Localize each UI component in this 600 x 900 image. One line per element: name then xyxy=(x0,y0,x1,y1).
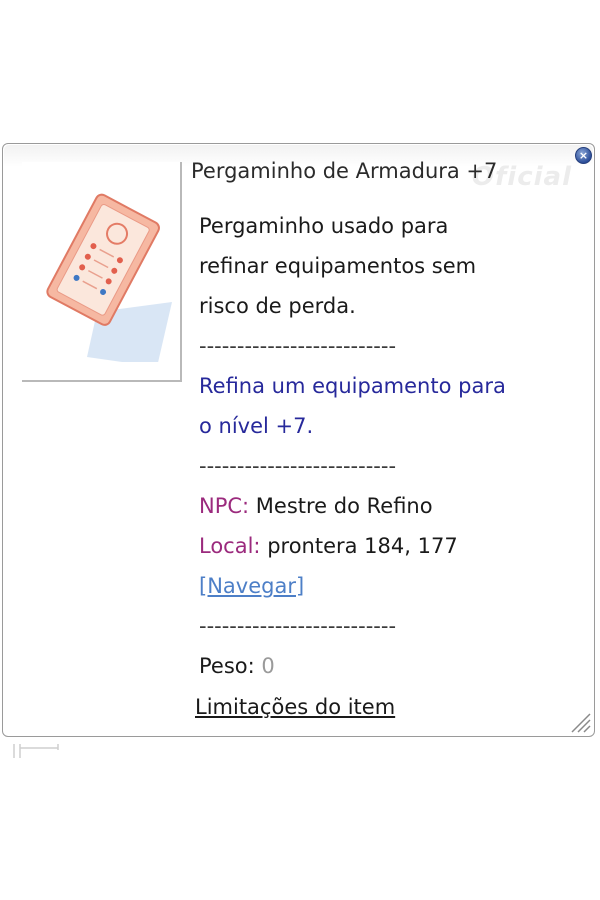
separator: -------------------------- xyxy=(199,334,397,358)
item-title: Pergaminho de Armadura +7 xyxy=(191,159,498,183)
description-line: Pergaminho usado para xyxy=(199,214,449,238)
npc-row: NPC: Mestre do Refino xyxy=(199,486,579,526)
local-value: prontera 184, 177 xyxy=(260,534,458,558)
effect-line: o nível +7. xyxy=(199,414,314,438)
description-line: refinar equipamentos sem xyxy=(199,254,477,278)
weight-value: 0 xyxy=(261,654,275,678)
local-label: Local: xyxy=(199,534,261,558)
local-row: Local: prontera 184, 177 xyxy=(199,526,579,566)
item-details: Pergaminho usado para refinar equipament… xyxy=(199,206,579,686)
bracket-marker xyxy=(13,744,59,758)
navigate-link[interactable]: [Navegar] xyxy=(199,566,304,606)
npc-label: NPC: xyxy=(199,494,250,518)
scroll-icon xyxy=(46,193,172,362)
item-limitations-link[interactable]: Limitações do item xyxy=(195,695,395,719)
navigate-row: [Navegar] xyxy=(199,566,579,606)
weight-label: Peso: xyxy=(199,654,262,678)
separator: -------------------------- xyxy=(199,614,397,638)
npc-value: Mestre do Refino xyxy=(249,494,433,518)
weight-row: Peso: 0 xyxy=(199,646,579,686)
close-icon[interactable]: × xyxy=(575,147,592,164)
item-info-window: × Oficial Pergaminho de Armadura +7 Perg… xyxy=(2,143,595,737)
description-line: risco de perda. xyxy=(199,294,356,318)
separator: -------------------------- xyxy=(199,454,397,478)
item-image-frame xyxy=(22,162,182,382)
effect-line: Refina um equipamento para xyxy=(199,374,506,398)
resize-grip-icon[interactable] xyxy=(566,708,592,734)
